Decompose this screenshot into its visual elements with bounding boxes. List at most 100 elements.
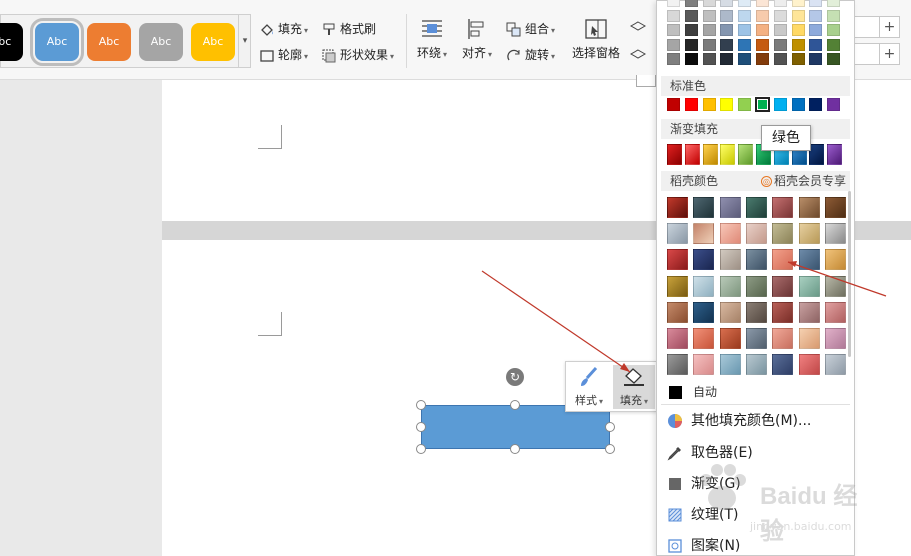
theme-color-swatch[interactable] bbox=[773, 0, 787, 7]
shell-color-swatch[interactable] bbox=[772, 275, 794, 297]
theme-color-swatch[interactable] bbox=[684, 38, 698, 51]
standard-color-swatch[interactable] bbox=[667, 98, 680, 111]
theme-color-swatch[interactable] bbox=[684, 0, 698, 7]
theme-color-swatch[interactable] bbox=[809, 9, 823, 22]
theme-color-swatch[interactable] bbox=[773, 38, 787, 51]
theme-color-swatch[interactable] bbox=[791, 53, 805, 66]
shell-color-swatch[interactable] bbox=[719, 223, 741, 245]
theme-color-swatch[interactable] bbox=[667, 24, 680, 37]
gradient-color-swatch[interactable] bbox=[827, 144, 843, 165]
theme-color-swatch[interactable] bbox=[738, 0, 752, 7]
shell-color-swatch[interactable] bbox=[745, 275, 767, 297]
theme-color-swatch[interactable] bbox=[773, 53, 787, 66]
theme-color-swatch[interactable] bbox=[738, 38, 752, 51]
theme-color-swatch[interactable] bbox=[827, 0, 841, 7]
shell-color-swatch[interactable] bbox=[667, 223, 688, 245]
theme-color-swatch[interactable] bbox=[791, 9, 805, 22]
shell-color-swatch[interactable] bbox=[798, 197, 820, 218]
theme-color-swatch[interactable] bbox=[720, 53, 734, 66]
theme-color-swatch[interactable] bbox=[827, 9, 841, 22]
theme-color-swatch[interactable] bbox=[827, 24, 841, 37]
shell-color-swatch[interactable] bbox=[772, 328, 794, 349]
shell-color-swatch[interactable] bbox=[667, 301, 688, 323]
shell-color-swatch[interactable] bbox=[693, 249, 715, 271]
shell-color-swatch[interactable] bbox=[719, 328, 741, 349]
theme-color-swatch[interactable] bbox=[667, 38, 680, 51]
standard-color-swatch[interactable] bbox=[791, 98, 805, 111]
shell-color-swatch[interactable] bbox=[719, 301, 741, 323]
gradient-color-swatch[interactable] bbox=[684, 144, 700, 165]
shell-color-swatch[interactable] bbox=[798, 275, 820, 297]
shell-color-swatch[interactable] bbox=[693, 354, 715, 376]
standard-color-swatch[interactable] bbox=[738, 98, 752, 111]
standard-color-swatch[interactable] bbox=[720, 98, 734, 111]
shell-color-swatch[interactable] bbox=[824, 275, 846, 297]
standard-color-swatch[interactable] bbox=[684, 98, 698, 111]
standard-color-swatch[interactable] bbox=[827, 98, 841, 111]
shell-color-swatch[interactable] bbox=[824, 249, 846, 271]
theme-color-swatch[interactable] bbox=[702, 9, 716, 22]
group-button[interactable]: 组合 ▾ bbox=[506, 20, 555, 38]
resize-handle[interactable] bbox=[416, 444, 426, 454]
outline-button[interactable]: 轮廓 ▾ bbox=[259, 46, 308, 64]
theme-color-swatch[interactable] bbox=[684, 9, 698, 22]
resize-handle[interactable] bbox=[605, 444, 615, 454]
theme-color-swatch[interactable] bbox=[702, 53, 716, 66]
theme-color-swatch[interactable] bbox=[667, 9, 680, 22]
gallery-expand-button[interactable]: ▾ bbox=[238, 15, 251, 67]
shell-color-swatch[interactable] bbox=[772, 223, 794, 245]
style-swatch-gray[interactable]: Abc bbox=[139, 23, 183, 61]
standard-color-swatch[interactable] bbox=[702, 98, 716, 111]
shell-color-swatch[interactable] bbox=[772, 301, 794, 323]
style-swatch-blue[interactable]: Abc bbox=[30, 18, 84, 66]
format-painter-button[interactable]: 格式刷 bbox=[321, 20, 376, 38]
shell-color-swatch[interactable] bbox=[667, 197, 688, 218]
shell-color-swatch[interactable] bbox=[745, 354, 767, 376]
theme-color-swatch[interactable] bbox=[738, 9, 752, 22]
shell-color-swatch[interactable] bbox=[745, 249, 767, 271]
standard-color-swatch[interactable] bbox=[773, 98, 787, 111]
theme-color-swatch[interactable] bbox=[667, 0, 680, 7]
shell-color-swatch[interactable] bbox=[798, 354, 820, 376]
send-backward-button[interactable] bbox=[630, 46, 649, 62]
gradient-color-swatch[interactable] bbox=[738, 144, 754, 165]
shell-color-swatch[interactable] bbox=[667, 354, 688, 376]
theme-color-swatch[interactable] bbox=[720, 9, 734, 22]
shell-color-swatch[interactable] bbox=[719, 275, 741, 297]
theme-color-swatch[interactable] bbox=[756, 24, 769, 37]
theme-color-swatch[interactable] bbox=[684, 24, 698, 37]
theme-color-swatch[interactable] bbox=[667, 53, 680, 66]
shell-color-swatch[interactable] bbox=[745, 223, 767, 245]
gradient-color-swatch[interactable] bbox=[720, 144, 736, 165]
theme-color-swatch[interactable] bbox=[756, 0, 769, 7]
standard-color-swatch[interactable] bbox=[755, 97, 770, 112]
theme-color-swatch[interactable] bbox=[720, 24, 734, 37]
theme-color-swatch[interactable] bbox=[809, 24, 823, 37]
resize-handle[interactable] bbox=[605, 422, 615, 432]
shell-color-swatch[interactable] bbox=[719, 249, 741, 271]
shell-color-swatch[interactable] bbox=[693, 301, 715, 323]
theme-color-swatch[interactable] bbox=[756, 38, 769, 51]
shell-color-swatch[interactable] bbox=[667, 275, 688, 297]
selection-pane-button[interactable]: 选择窗格 bbox=[572, 18, 620, 61]
shell-color-swatch[interactable] bbox=[745, 301, 767, 323]
theme-color-swatch[interactable] bbox=[738, 53, 752, 66]
shell-color-swatch[interactable] bbox=[667, 249, 688, 271]
height-spinner[interactable]: + bbox=[853, 16, 900, 38]
shell-color-swatch[interactable] bbox=[824, 223, 846, 245]
theme-color-swatch[interactable] bbox=[791, 38, 805, 51]
shell-color-swatch[interactable] bbox=[719, 354, 741, 376]
theme-color-swatch[interactable] bbox=[720, 0, 734, 7]
shell-color-swatch[interactable] bbox=[798, 223, 820, 245]
theme-color-swatch[interactable] bbox=[702, 0, 716, 7]
shell-color-swatch[interactable] bbox=[719, 197, 741, 218]
theme-color-swatch[interactable] bbox=[738, 24, 752, 37]
mini-fill-button[interactable]: 填充 ▾ bbox=[613, 365, 655, 409]
theme-color-swatch[interactable] bbox=[773, 24, 787, 37]
standard-color-swatch[interactable] bbox=[809, 98, 823, 111]
theme-color-swatch[interactable] bbox=[773, 9, 787, 22]
gradient-color-swatch[interactable] bbox=[702, 144, 718, 165]
shell-color-swatch[interactable] bbox=[745, 197, 767, 218]
theme-color-swatch[interactable] bbox=[702, 24, 716, 37]
shell-color-swatch[interactable] bbox=[798, 249, 820, 271]
